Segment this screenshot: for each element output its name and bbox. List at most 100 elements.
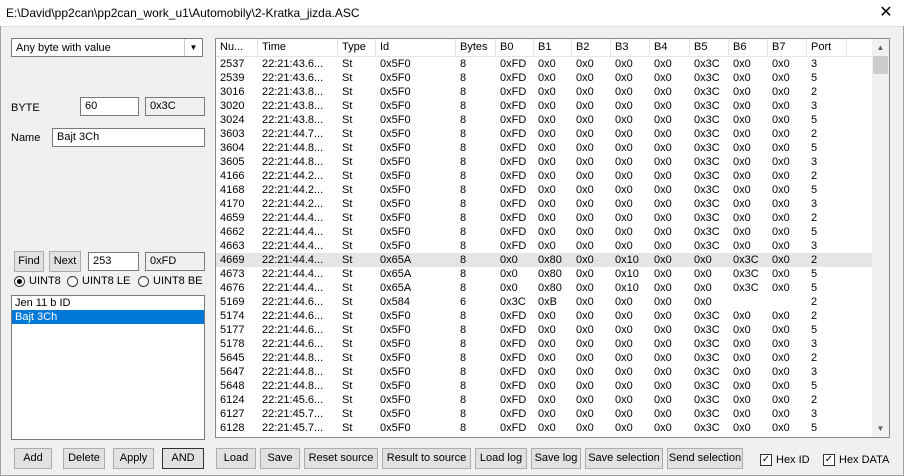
table-cell: St <box>342 282 353 294</box>
table-row[interactable]: 5645 22:21:44.8... St 0x5F0 8 0xFD 0x0 0x0 0x0 0x… <box>216 351 874 365</box>
send-selection-button[interactable]: Send selection <box>667 448 743 469</box>
find-value-input[interactable]: 253 <box>88 252 139 271</box>
table-row[interactable]: 3024 22:21:43.8... St 0x5F0 8 0xFD 0x0 0x0 0x0 0x… <box>216 113 874 127</box>
hex-id-checkbox[interactable]: ✓ Hex ID <box>760 454 810 466</box>
load-button[interactable]: Load <box>216 448 256 469</box>
load-log-button[interactable]: Load log <box>475 448 527 469</box>
column-header[interactable]: B7 <box>768 39 807 56</box>
column-header[interactable]: B4 <box>650 39 690 56</box>
save-selection-button[interactable]: Save selection <box>585 448 663 469</box>
table-row[interactable]: 3020 22:21:43.8... St 0x5F0 8 0xFD 0x0 0x0 0x0 0x… <box>216 99 874 113</box>
table-row[interactable]: 4659 22:21:44.4... St 0x5F0 8 0xFD 0x0 0x0 0x0 0x… <box>216 211 874 225</box>
hex-data-checkbox[interactable]: ✓ Hex DATA <box>823 454 889 466</box>
chevron-down-icon[interactable]: ▼ <box>184 39 202 56</box>
column-header[interactable]: B3 <box>611 39 650 56</box>
table-cell: 22:21:44.6... <box>262 296 324 308</box>
table-row[interactable]: 6124 22:21:45.6... St 0x5F0 8 0xFD 0x0 0x0 0x0 0x… <box>216 393 874 407</box>
table-row[interactable]: 6128 22:21:45.7... St 0x5F0 8 0xFD 0x0 0x0 0x0 0x… <box>216 421 874 435</box>
table-row[interactable]: 4663 22:21:44.4... St 0x5F0 8 0xFD 0x0 0x0 0x0 0x… <box>216 239 874 253</box>
save-button[interactable]: Save <box>260 448 300 469</box>
table-row[interactable]: 3016 22:21:43.8... St 0x5F0 8 0xFD 0x0 0x0 0x0 0x… <box>216 85 874 99</box>
table-row[interactable]: 5648 22:21:44.8... St 0x5F0 8 0xFD 0x0 0x0 0x0 0x… <box>216 379 874 393</box>
filter-mode-select[interactable]: Any byte with value ▼ <box>11 38 203 57</box>
table-row[interactable]: 4676 22:21:44.4... St 0x65A 8 0x0 0x80 0x0 0x10 0… <box>216 281 874 295</box>
table-cell: 0xFD <box>500 422 527 434</box>
table-cell: 22:21:44.4... <box>262 226 324 238</box>
table-row[interactable]: 4673 22:21:44.4... St 0x65A 8 0x0 0x80 0x0 0x10 0… <box>216 267 874 281</box>
table-row[interactable]: 5177 22:21:44.6... St 0x5F0 8 0xFD 0x0 0x0 0x0 0x… <box>216 323 874 337</box>
table-cell: 0x0 <box>772 184 790 196</box>
find-button[interactable]: Find <box>14 251 44 272</box>
table-row[interactable]: 4168 22:21:44.2... St 0x5F0 8 0xFD 0x0 0x0 0x0 0x… <box>216 183 874 197</box>
scroll-up-icon[interactable]: ▲ <box>872 39 889 56</box>
list-item[interactable]: Jen 11 b ID <box>12 296 204 310</box>
table-row[interactable]: 3604 22:21:44.8... St 0x5F0 8 0xFD 0x0 0x0 0x0 0x… <box>216 141 874 155</box>
table-cell: 8 <box>460 142 467 154</box>
close-icon[interactable]: ✕ <box>874 2 898 24</box>
table-cell: 4673 <box>220 268 245 280</box>
byte-value-input[interactable]: 60 <box>80 97 139 116</box>
table-cell: 0xFD <box>500 114 527 126</box>
table-cell: 0x3C <box>694 128 720 140</box>
table-row[interactable]: 2539 22:21:43.6... St 0x5F0 8 0xFD 0x0 0x0 0x0 0x… <box>216 71 874 85</box>
table-row[interactable]: 5178 22:21:44.6... St 0x5F0 8 0xFD 0x0 0x0 0x0 0x… <box>216 337 874 351</box>
column-header[interactable]: B6 <box>729 39 768 56</box>
radio-uint8-be[interactable]: UINT8 BE <box>138 275 203 287</box>
table-row[interactable]: 4170 22:21:44.2... St 0x5F0 8 0xFD 0x0 0x0 0x0 0x… <box>216 197 874 211</box>
table-row[interactable]: 4166 22:21:44.2... St 0x5F0 8 0xFD 0x0 0x0 0x0 0x… <box>216 169 874 183</box>
and-button[interactable]: AND <box>162 448 204 469</box>
table-row[interactable]: 6127 22:21:45.7... St 0x5F0 8 0xFD 0x0 0x0 0x0 0x… <box>216 407 874 421</box>
vertical-scrollbar[interactable]: ▲ ▼ <box>872 39 889 437</box>
table-row[interactable]: 5174 22:21:44.6... St 0x5F0 8 0xFD 0x0 0x0 0x0 0x… <box>216 309 874 323</box>
reset-source-button[interactable]: Reset source <box>304 448 378 469</box>
filters-listbox[interactable]: Jen 11 b ID Bajt 3Ch <box>11 295 205 440</box>
table-cell: 0x3C <box>694 72 720 84</box>
scroll-down-icon[interactable]: ▼ <box>872 420 889 437</box>
table-cell: St <box>342 212 353 224</box>
column-header[interactable]: Nu... <box>216 39 258 56</box>
messages-table[interactable]: Nu... Time Type Id Bytes B0 B1 B2 B3 B4 B5 B6 B7 Port… <box>215 38 890 438</box>
table-cell: 0x0 <box>500 268 518 280</box>
table-row[interactable]: 4669 22:21:44.4... St 0x65A 8 0x0 0x80 0x0 0x10 0… <box>216 253 874 267</box>
radio-uint8[interactable]: UINT8 <box>14 275 61 287</box>
table-cell: 22:21:44.2... <box>262 170 324 182</box>
table-cell: 0x0 <box>654 86 672 98</box>
delete-button[interactable]: Delete <box>63 448 105 469</box>
add-button[interactable]: Add <box>14 448 52 469</box>
apply-button[interactable]: Apply <box>113 448 154 469</box>
column-header[interactable]: Port <box>807 39 847 56</box>
table-cell: 5648 <box>220 380 245 392</box>
table-cell: 0x0 <box>500 282 518 294</box>
save-log-button[interactable]: Save log <box>531 448 581 469</box>
next-button[interactable]: Next <box>49 251 81 272</box>
name-input[interactable]: Bajt 3Ch <box>52 128 205 147</box>
table-row[interactable]: 5169 22:21:44.6... St 0x584 6 0x3C 0xB 0x0 0x0 0x… <box>216 295 874 309</box>
scroll-thumb[interactable] <box>873 56 888 74</box>
column-header[interactable]: B5 <box>690 39 729 56</box>
column-header[interactable]: Bytes <box>456 39 496 56</box>
table-cell: St <box>342 114 353 126</box>
table-cell: 0x0 <box>538 128 556 140</box>
column-header[interactable]: Id <box>376 39 456 56</box>
radio-uint8-le[interactable]: UINT8 LE <box>67 275 130 287</box>
table-row[interactable]: 3605 22:21:44.8... St 0x5F0 8 0xFD 0x0 0x0 0x0 0x… <box>216 155 874 169</box>
column-header[interactable]: B2 <box>572 39 611 56</box>
table-cell: 0x0 <box>538 240 556 252</box>
table-cell: 22:21:44.8... <box>262 352 324 364</box>
table-cell: 0x0 <box>772 366 790 378</box>
table-cell: 0x0 <box>538 226 556 238</box>
result-to-source-button[interactable]: Result to source <box>382 448 471 469</box>
table-cell: 0x0 <box>615 58 633 70</box>
table-row[interactable]: 2537 22:21:43.6... St 0x5F0 8 0xFD 0x0 0x0 0x0 0x… <box>216 57 874 71</box>
column-header[interactable]: B1 <box>534 39 572 56</box>
column-header[interactable]: B0 <box>496 39 534 56</box>
column-header[interactable]: Time <box>258 39 338 56</box>
column-header[interactable]: Type <box>338 39 376 56</box>
table-row[interactable]: 4662 22:21:44.4... St 0x5F0 8 0xFD 0x0 0x0 0x0 0x… <box>216 225 874 239</box>
table-cell: 0x0 <box>538 114 556 126</box>
table-row[interactable]: 5647 22:21:44.8... St 0x5F0 8 0xFD 0x0 0x0 0x0 0x… <box>216 365 874 379</box>
table-cell: 0x0 <box>615 100 633 112</box>
table-row[interactable]: 3603 22:21:44.7... St 0x5F0 8 0xFD 0x0 0x0 0x0 0x… <box>216 127 874 141</box>
table-cell: 22:21:45.7... <box>262 408 324 420</box>
list-item[interactable]: Bajt 3Ch <box>12 310 204 324</box>
